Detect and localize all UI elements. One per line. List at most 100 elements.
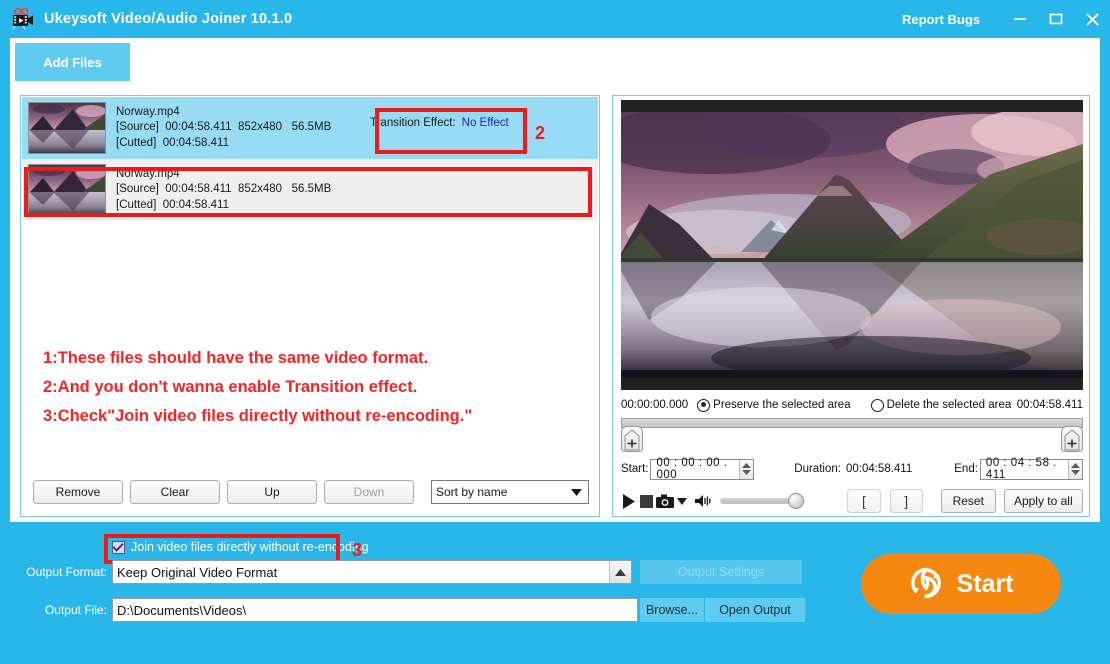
tip-line-3: 3:Check"Join video files directly withou… — [43, 407, 473, 425]
page-title: Ukeysoft Video/Audio Joiner 10.1.0 — [44, 11, 293, 27]
speaker-icon[interactable] — [695, 494, 715, 508]
end-time-input[interactable]: 00 : 04 : 58 . 411 — [979, 457, 1083, 481]
sort-dropdown-value: Sort by name — [436, 485, 508, 499]
list-item[interactable]: Norway.mp4 [Source] 00:04:58.411 852x480… — [22, 97, 598, 159]
trim-fields: Start: 00 : 00 : 00 . 000 Duration: 00:0… — [621, 457, 1083, 481]
refresh-circle-icon — [909, 566, 943, 603]
preview-start-time: 00:00:00.000 — [621, 399, 689, 411]
window-controls: Report Bugs — [902, 0, 1110, 38]
title-bar: Ukeysoft Video/Audio Joiner 10.1.0 Repor… — [0, 0, 1110, 38]
resolution: 852x480 — [237, 183, 283, 196]
output-file-label: Output File: — [44, 603, 107, 617]
camera-icon[interactable] — [656, 494, 676, 508]
transition-effect[interactable]: Transition Effect: No Effect — [370, 117, 509, 129]
file-source-line: [Source] 00:04:58.411 852x480 56.5MB — [116, 120, 331, 136]
stop-icon[interactable] — [637, 494, 655, 508]
down-button[interactable]: Down — [324, 480, 414, 504]
list-item[interactable]: Norway.mp4 [Source] 00:04:58.411 852x480… — [22, 159, 598, 221]
clear-button[interactable]: Clear — [130, 480, 220, 504]
file-size: 56.5MB — [291, 121, 332, 134]
resolution: 852x480 — [237, 121, 283, 134]
preview-time-row: 00:00:00.000 Preserve the selected area … — [621, 394, 1083, 416]
annotation-marker-3: 3 — [352, 540, 363, 560]
radio-delete-selected-area[interactable]: Delete the selected area — [870, 398, 1012, 412]
duration-value: 00:04:58.411 — [845, 463, 913, 475]
up-button[interactable]: Up — [227, 480, 317, 504]
join-without-reencoding-checkbox[interactable]: Join video files directly without re-enc… — [112, 540, 369, 554]
app-window: Ukeysoft Video/Audio Joiner 10.1.0 Repor… — [0, 0, 1110, 664]
video-frame — [621, 112, 1083, 378]
start-field-label: Start: — [621, 463, 649, 475]
toolbar: Add Files — [10, 38, 1100, 90]
add-files-button[interactable]: Add Files — [15, 43, 130, 81]
maximize-icon[interactable] — [1038, 0, 1074, 38]
video-thumbnail — [28, 164, 106, 216]
source-label: [Source] — [116, 183, 159, 196]
output-settings-button[interactable]: Output Settings — [640, 560, 802, 584]
trim-handle-track — [621, 426, 1083, 454]
duration-label: Duration: — [794, 463, 841, 475]
start-time-value: 00 : 00 : 00 . 000 — [656, 457, 728, 481]
transition-effect-label: Transition Effect: — [370, 117, 456, 129]
end-field-label: End: — [954, 463, 978, 475]
output-format-dropdown[interactable]: Keep Original Video Format — [112, 560, 632, 584]
chevron-up-icon[interactable] — [609, 561, 631, 583]
chevron-down-icon[interactable] — [564, 481, 588, 503]
cut-duration: 00:04:58.411 — [162, 198, 229, 211]
radio-preserve-label: Preserve the selected area — [713, 399, 851, 411]
player-controls: [ ] Reset Apply to all — [621, 488, 1083, 514]
play-icon[interactable] — [621, 493, 637, 509]
end-time-stepper[interactable] — [1067, 459, 1082, 479]
source-duration: 00:04:58.411 — [165, 121, 232, 134]
radio-dot-icon — [870, 398, 884, 412]
end-time-value: 00 : 04 : 58 . 411 — [985, 457, 1057, 481]
apply-to-all-button[interactable]: Apply to all — [1003, 489, 1083, 513]
annotation-tips: 1:These files should have the same video… — [43, 344, 583, 431]
volume-slider[interactable] — [720, 493, 805, 509]
start-time-input[interactable]: 00 : 00 : 00 . 000 — [650, 457, 755, 481]
output-format-value: Keep Original Video Format — [117, 564, 278, 580]
source-duration: 00:04:58.411 — [165, 183, 232, 196]
main-content: Norway.mp4 [Source] 00:04:58.411 852x480… — [10, 90, 1100, 522]
radio-preserve-selected-area[interactable]: Preserve the selected area — [697, 398, 851, 412]
report-bugs-link[interactable]: Report Bugs — [902, 12, 980, 27]
remove-button[interactable]: Remove — [33, 480, 123, 504]
file-info: Norway.mp4 [Source] 00:04:58.411 852x480… — [116, 167, 331, 214]
file-source-line: [Source] 00:04:58.411 852x480 56.5MB — [116, 182, 331, 198]
output-file-value: D:\Documents\Videos\ — [117, 602, 247, 618]
radio-dot-icon — [697, 398, 711, 412]
cut-label: [Cutted] — [116, 136, 157, 149]
preview-end-time: 00:04:58.411 — [1016, 399, 1083, 411]
tip-line-2: 2:And you don't wanna enable Transition … — [43, 378, 418, 396]
trim-start-handle[interactable] — [621, 426, 643, 452]
tip-line-1: 1:These files should have the same video… — [43, 349, 429, 367]
cut-label: [Cutted] — [116, 198, 157, 211]
file-list-panel: Norway.mp4 [Source] 00:04:58.411 852x480… — [20, 95, 600, 517]
file-size: 56.5MB — [291, 183, 332, 196]
mark-in-button[interactable]: [ — [847, 489, 881, 513]
browse-button[interactable]: Browse... — [640, 598, 704, 622]
chevron-down-icon[interactable] — [675, 497, 688, 505]
cut-duration: 00:04:58.411 — [162, 136, 229, 149]
radio-delete-label: Delete the selected area — [886, 399, 1012, 411]
file-name: Norway.mp4 — [116, 167, 180, 180]
start-button-label: Start — [956, 569, 1014, 598]
close-icon[interactable] — [1074, 0, 1110, 38]
start-time-stepper[interactable] — [739, 459, 754, 479]
output-file-input[interactable]: D:\Documents\Videos\ — [112, 598, 638, 622]
preview-panel: 00:00:00.000 Preserve the selected area … — [612, 95, 1090, 517]
minimize-icon[interactable] — [1002, 0, 1038, 38]
video-preview[interactable] — [621, 100, 1083, 390]
mark-out-button[interactable]: ] — [889, 489, 923, 513]
output-format-label: Output Format: — [26, 565, 107, 579]
open-output-button[interactable]: Open Output — [705, 598, 805, 622]
checkbox-icon — [112, 540, 125, 554]
sort-dropdown[interactable]: Sort by name — [431, 480, 589, 504]
volume-slider-knob[interactable] — [788, 493, 805, 509]
film-camera-icon — [10, 6, 36, 32]
trim-end-handle[interactable] — [1061, 426, 1083, 452]
transition-effect-value[interactable]: No Effect — [462, 117, 509, 129]
reset-button[interactable]: Reset — [940, 489, 996, 513]
start-button[interactable]: Start — [861, 554, 1061, 614]
file-name: Norway.mp4 — [116, 105, 180, 118]
